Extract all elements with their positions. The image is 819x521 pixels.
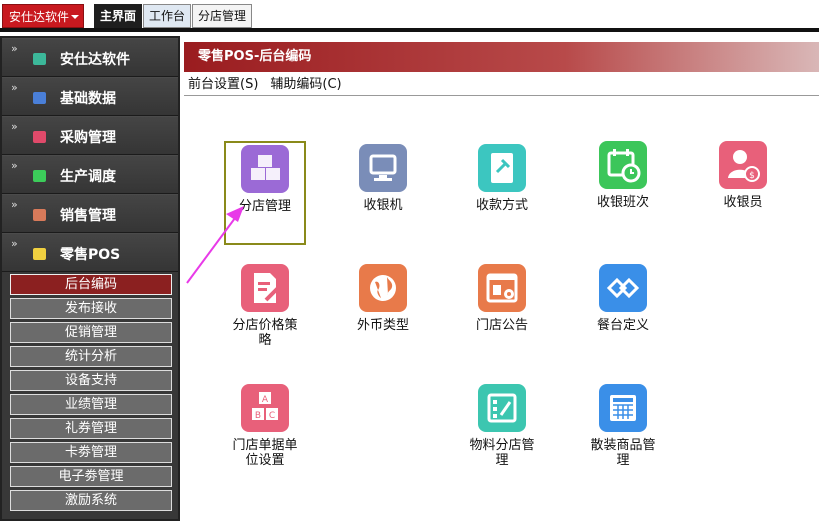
app-foreign-currency[interactable]: 外币类型 xyxy=(341,264,425,333)
monitor-icon xyxy=(359,144,407,192)
divider xyxy=(0,28,819,32)
sidebar-item-devices[interactable]: 设备支持 xyxy=(10,370,172,391)
sidebar-item-card-voucher[interactable]: 卡劵管理 xyxy=(10,442,172,463)
app-payment-methods[interactable]: 收款方式 xyxy=(460,144,544,213)
sidebar-group-label: 安仕达软件 xyxy=(60,52,130,68)
double-chevron-right-icon: » xyxy=(11,198,18,211)
sidebar-group-label: 基础数据 xyxy=(60,91,116,107)
tab-bar: 主界面 工作台 分店管理 xyxy=(94,4,253,28)
cube-yellow-icon xyxy=(33,248,46,260)
sidebar-item-gift-voucher[interactable]: 礼券管理 xyxy=(10,418,172,439)
double-chevron-right-icon: » xyxy=(11,42,18,55)
app-branch-management[interactable]: 分店管理 xyxy=(224,141,306,245)
app-label: 分店管理 xyxy=(238,199,291,214)
svg-text:$: $ xyxy=(749,171,755,181)
abc-blocks-icon: A B C xyxy=(241,384,289,432)
brand-dropdown-button[interactable]: 安仕达软件 xyxy=(2,4,84,28)
app-store-document-units[interactable]: A B C 门店单据单位设置 xyxy=(223,384,307,468)
app-cash-register[interactable]: 收银机 xyxy=(341,144,425,213)
app-cashiers[interactable]: $ 收银员 xyxy=(701,141,785,210)
top-bar: 安仕达软件 主界面 工作台 分店管理 xyxy=(0,0,819,32)
diamond-link-icon xyxy=(599,264,647,312)
cube-teal-icon xyxy=(33,53,46,65)
sidebar-group-label: 销售管理 xyxy=(60,208,116,224)
tab-branch-management[interactable]: 分店管理 xyxy=(192,4,253,28)
app-bulk-goods-management[interactable]: 散装商品管理 xyxy=(576,384,670,468)
sidebar-sublist: 后台编码 发布接收 促销管理 统计分析 设备支持 业绩管理 礼券管理 卡劵管理 … xyxy=(2,272,178,511)
sidebar-item-incentive[interactable]: 激励系统 xyxy=(10,490,172,511)
app-label: 散装商品管理 xyxy=(590,438,656,468)
app-label: 收银机 xyxy=(363,198,403,213)
cube-pink-icon xyxy=(33,131,46,143)
svg-text:A: A xyxy=(262,395,269,405)
sidebar-item-e-voucher[interactable]: 电子劵管理 xyxy=(10,466,172,487)
tab-main[interactable]: 主界面 xyxy=(94,4,143,28)
table-grid-icon xyxy=(599,384,647,432)
grid-edit-icon xyxy=(478,384,526,432)
app-branch-pricing[interactable]: 分店价格策略 xyxy=(223,264,307,348)
app-table-definition[interactable]: 餐台定义 xyxy=(581,264,665,333)
sidebar: » 安仕达软件 » 基础数据 » 采购管理 » 生产调度 » 销售管理 » 零售… xyxy=(0,36,180,521)
document-edit-icon xyxy=(241,264,289,312)
app-label: 分店价格策略 xyxy=(232,318,298,348)
sidebar-group-label: 生产调度 xyxy=(60,169,116,185)
app-label: 门店公告 xyxy=(475,318,528,333)
sidebar-item-statistics[interactable]: 统计分析 xyxy=(10,346,172,367)
sidebar-item-publish[interactable]: 发布接收 xyxy=(10,298,172,319)
app-store-announcement[interactable]: 门店公告 xyxy=(460,264,544,333)
menu-auxiliary-codes[interactable]: 辅助编码(C) xyxy=(270,74,341,95)
menu-bar: 前台设置(S) 辅助编码(C) xyxy=(184,74,819,96)
sidebar-item-performance[interactable]: 业绩管理 xyxy=(10,394,172,415)
menu-frontend-settings[interactable]: 前台设置(S) xyxy=(188,74,258,95)
app-label: 收款方式 xyxy=(475,198,528,213)
calendar-clock-icon xyxy=(599,141,647,189)
page-title: 零售POS-后台编码 xyxy=(184,42,819,72)
tab-workbench[interactable]: 工作台 xyxy=(143,4,192,28)
cube-green-icon xyxy=(33,170,46,182)
double-chevron-right-icon: » xyxy=(11,81,18,94)
globe-icon xyxy=(359,264,407,312)
app-grid: 分店管理 收银机 收款方式 收银班次 $ 收银员 分店价格策略 外币类型 门店公… xyxy=(184,97,819,521)
sidebar-item-backend-codes[interactable]: 后台编码 xyxy=(10,274,172,295)
app-cashier-shifts[interactable]: 收银班次 xyxy=(581,141,665,210)
cubes-icon xyxy=(241,145,289,193)
sidebar-group-label: 零售POS xyxy=(60,247,121,263)
app-label: 门店单据单位设置 xyxy=(232,438,298,468)
app-label: 餐台定义 xyxy=(596,318,649,333)
svg-text:C: C xyxy=(269,411,275,421)
app-label: 物料分店管理 xyxy=(469,438,535,468)
double-chevron-down-icon: » xyxy=(11,237,18,250)
sidebar-group-label: 采购管理 xyxy=(60,130,116,146)
app-label: 收银员 xyxy=(723,195,763,210)
sidebar-group-production[interactable]: » 生产调度 xyxy=(2,155,178,194)
app-material-branch-management[interactable]: 物料分店管理 xyxy=(455,384,549,468)
cube-blue-icon xyxy=(33,92,46,104)
svg-text:B: B xyxy=(255,411,261,421)
sidebar-group-purchasing[interactable]: » 采购管理 xyxy=(2,116,178,155)
app-label: 外币类型 xyxy=(356,318,409,333)
sidebar-group-basic-data[interactable]: » 基础数据 xyxy=(2,77,178,116)
caret-down-icon xyxy=(71,15,79,19)
sidebar-group-anshida[interactable]: » 安仕达软件 xyxy=(2,38,178,77)
sidebar-group-retail-pos[interactable]: » 零售POS xyxy=(2,233,178,272)
sidebar-group-sales[interactable]: » 销售管理 xyxy=(2,194,178,233)
user-coin-icon: $ xyxy=(719,141,767,189)
app-label: 收银班次 xyxy=(596,195,649,210)
brand-label: 安仕达软件 xyxy=(9,10,70,24)
browser-gear-icon xyxy=(478,264,526,312)
double-chevron-right-icon: » xyxy=(11,159,18,172)
double-chevron-right-icon: » xyxy=(11,120,18,133)
cube-brown-icon xyxy=(33,209,46,221)
pin-card-icon xyxy=(478,144,526,192)
sidebar-item-promotion[interactable]: 促销管理 xyxy=(10,322,172,343)
